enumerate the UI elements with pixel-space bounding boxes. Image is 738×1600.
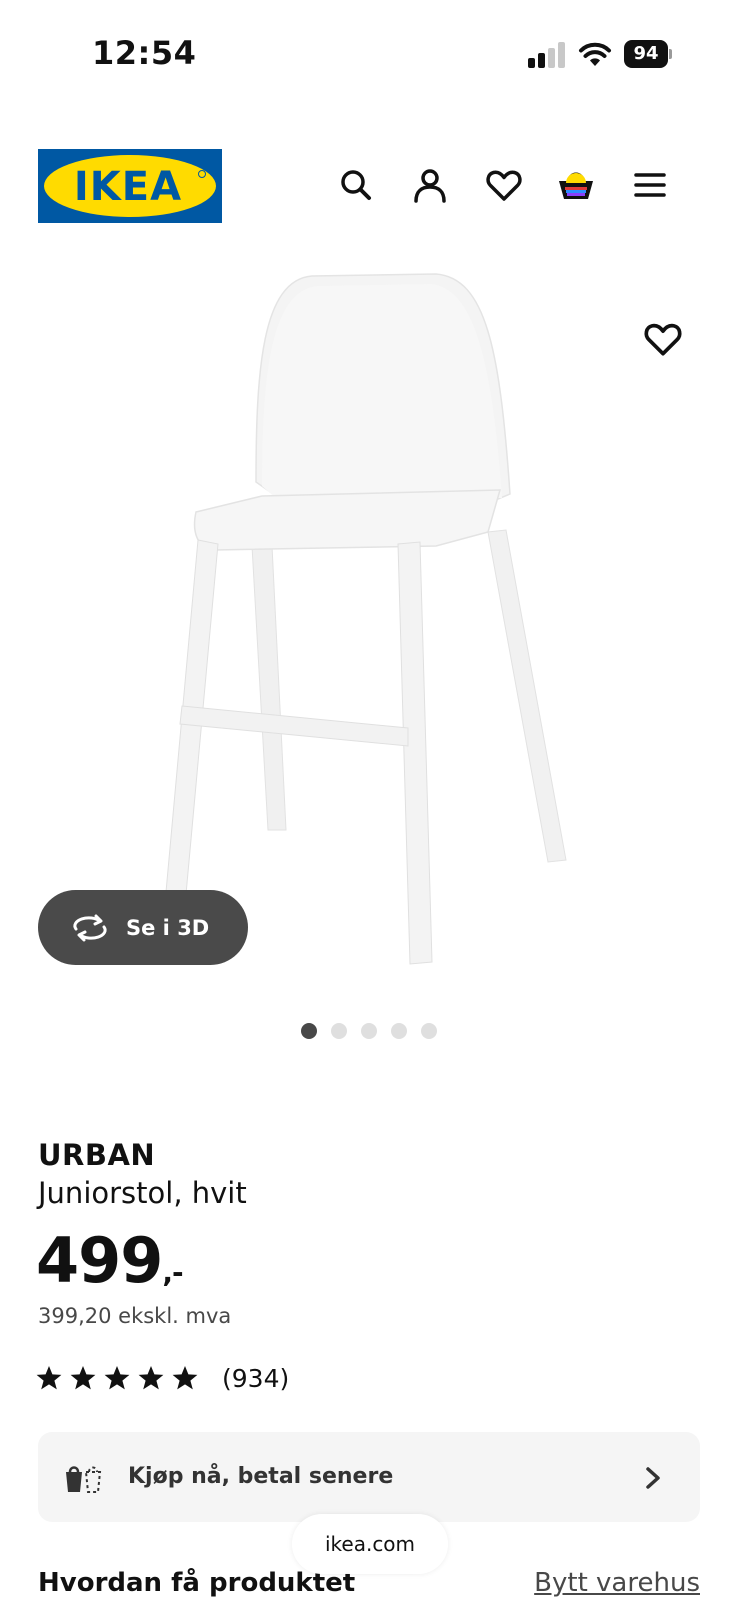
buy-now-pay-later-button[interactable]: Kjøp nå, betal senere [38,1432,700,1522]
bag-split-icon [66,1466,102,1493]
logo-text: IKEA [74,164,182,210]
ikea-logo[interactable]: IKEA [38,149,222,223]
status-bar: 12:54 94 [0,0,738,108]
price-value: 499 [36,1224,163,1297]
carousel-dot[interactable] [391,1023,407,1039]
account-icon[interactable] [410,165,450,205]
carousel-dots [0,1023,738,1043]
cart-icon[interactable] [556,165,596,205]
star-icon [104,1365,130,1391]
product-rating[interactable]: (934) [36,1362,289,1394]
signal-icon [528,42,568,68]
search-icon[interactable] [336,165,376,205]
heart-icon[interactable] [484,165,524,205]
buy-now-pay-later-label: Kjøp nå, betal senere [128,1464,394,1489]
change-store-link[interactable]: Bytt varehus [534,1568,700,1598]
star-icon [172,1365,198,1391]
view-3d-button[interactable]: Se i 3D [38,890,248,965]
carousel-dot[interactable] [301,1023,317,1039]
site-header: IKEA [0,140,738,230]
product-name: URBAN [38,1138,156,1172]
carousel-dot[interactable] [361,1023,377,1039]
star-icon [36,1365,62,1391]
star-icon [70,1365,96,1391]
star-icon [138,1365,164,1391]
rating-count: (934) [222,1363,290,1393]
save-favorite-icon[interactable] [642,318,684,360]
price-excl-vat: 399,20 ekskl. mva [38,1304,232,1328]
price-suffix: ,- [162,1256,183,1289]
product-price: 499,- [36,1224,184,1297]
product-description: Juniorstol, hvit [38,1176,247,1210]
product-gallery[interactable]: Se i 3D [0,250,738,1050]
battery-icon: 94 [624,40,672,68]
view-3d-label: Se i 3D [126,915,210,940]
status-time: 12:54 [92,34,197,72]
wifi-icon [578,40,612,68]
delivery-heading: Hvordan få produktet [38,1568,356,1598]
battery-level: 94 [624,40,668,68]
chevron-right-icon [646,1467,660,1489]
rotate-3d-icon [73,914,107,941]
menu-icon[interactable] [630,165,670,205]
carousel-dot[interactable] [331,1023,347,1039]
browser-url-bar[interactable]: ikea.com [292,1514,448,1574]
carousel-dot[interactable] [421,1023,437,1039]
